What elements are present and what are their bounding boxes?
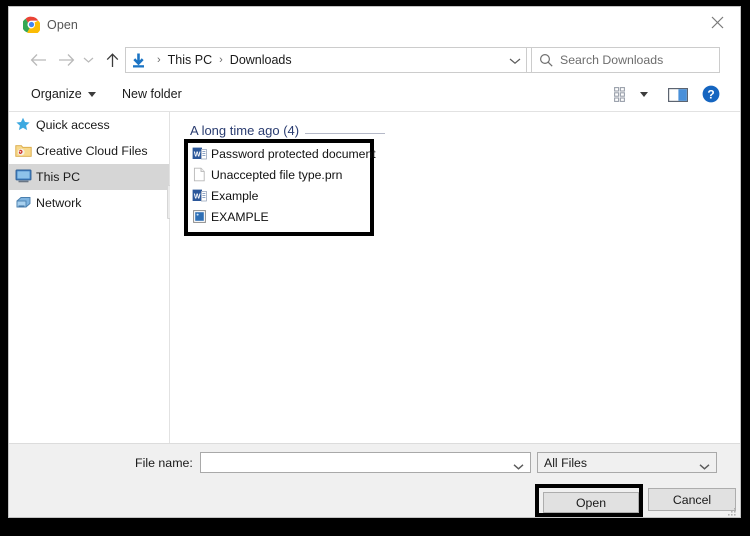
file-name-input[interactable] [200,452,531,473]
help-button[interactable]: ? [702,85,720,103]
word-document-icon: W [192,188,207,203]
monitor-icon [15,169,32,186]
cancel-button[interactable]: Cancel [648,488,736,511]
svg-text:W: W [194,193,201,200]
chevron-down-icon [509,57,521,65]
arrow-left-icon [30,53,47,67]
chevron-down-icon [83,56,94,64]
file-group-header[interactable]: A long time ago (4) [190,121,385,138]
sidebar-item-label: Creative Cloud Files [36,144,148,158]
search-icon [539,53,554,68]
open-file-dialog: Open [8,6,741,518]
chevron-down-icon[interactable] [513,458,524,469]
change-view-button[interactable] [614,87,648,102]
title-bar: Open [9,7,740,41]
preview-pane-button[interactable] [668,87,688,103]
file-name-label: File name: [135,456,193,470]
word-document-icon: W [192,146,207,161]
chevron-down-icon[interactable] [699,458,710,469]
sidebar-item-quick-access[interactable]: Quick access [9,112,169,138]
file-name: EXAMPLE [211,210,269,224]
image-file-icon [192,209,207,224]
sidebar-item-creative-cloud-files[interactable]: Creative Cloud Files [9,138,169,164]
sidebar-item-label: Quick access [36,118,110,132]
breadcrumb-separator-1: › [214,54,228,66]
close-icon [711,16,724,29]
view-options-icon [614,87,631,102]
network-icon [15,195,32,212]
list-item[interactable]: EXAMPLE [188,206,370,227]
list-item[interactable]: W Password protected document [188,143,370,164]
search-box[interactable]: Search Downloads [531,47,720,73]
address-dropdown-button[interactable] [508,54,522,68]
help-icon: ? [702,85,720,103]
blank-document-icon [192,167,207,182]
svg-text:?: ? [707,87,714,101]
window-title: Open [47,18,78,32]
breadcrumb-item-downloads[interactable]: Downloads [228,53,294,67]
up-one-level-button[interactable] [99,47,125,73]
chrome-logo-icon [23,16,40,33]
sidebar-item-network[interactable]: Network [9,190,169,216]
file-group-header-label: A long time ago (4) [190,123,299,138]
back-button[interactable] [25,47,51,73]
star-icon [15,117,32,134]
breadcrumb-item-this-pc[interactable]: This PC [166,53,214,67]
forward-button[interactable] [53,47,79,73]
file-group-header-rule [305,133,385,134]
sidebar-item-this-pc[interactable]: This PC [9,164,169,190]
file-name: Password protected document [211,147,376,161]
open-button[interactable]: Open [543,492,639,513]
preview-pane-icon [668,87,688,103]
dialog-footer: File name: All Files Open [9,443,740,517]
close-button[interactable] [694,7,740,38]
arrow-up-icon [105,53,120,68]
recent-locations-button[interactable] [79,47,97,73]
file-name: Example [211,189,258,203]
file-type-select[interactable]: All Files [537,452,717,473]
svg-text:W: W [194,151,201,158]
creative-cloud-folder-icon [15,143,32,160]
file-list-pane: A long time ago (4) W [170,112,740,445]
file-list-highlight-box: W Password protected document Unaccepted… [184,139,374,236]
caret-down-icon [88,92,96,97]
new-folder-button[interactable]: New folder [122,87,182,101]
navigation-bar: › This PC › Downloads [9,41,740,81]
address-bar[interactable]: › This PC › Downloads [125,47,527,73]
breadcrumb-separator-0: › [152,54,166,66]
search-input[interactable]: Search Downloads [560,53,663,67]
list-item[interactable]: W Example [188,185,370,206]
sidebar-item-label: Network [36,196,81,210]
screenshot-frame: Open [0,0,750,536]
file-name: Unaccepted file type.prn [211,168,342,182]
organize-label: Organize [31,87,82,101]
caret-down-icon [640,92,648,97]
downloads-folder-icon [130,52,147,69]
organize-button[interactable]: Organize [31,87,96,101]
sidebar-item-label: This PC [36,170,80,184]
breadcrumb: › This PC › Downloads [152,53,294,67]
list-item[interactable]: Unaccepted file type.prn [188,164,370,185]
resize-grip-icon[interactable] [726,504,737,515]
navigation-pane: Quick access Creative Cloud Files [9,112,169,445]
open-button-highlight-box: Open [535,484,643,517]
command-bar: Organize New folder [9,81,740,112]
arrow-right-icon [58,53,75,67]
file-type-value: All Files [544,456,587,470]
